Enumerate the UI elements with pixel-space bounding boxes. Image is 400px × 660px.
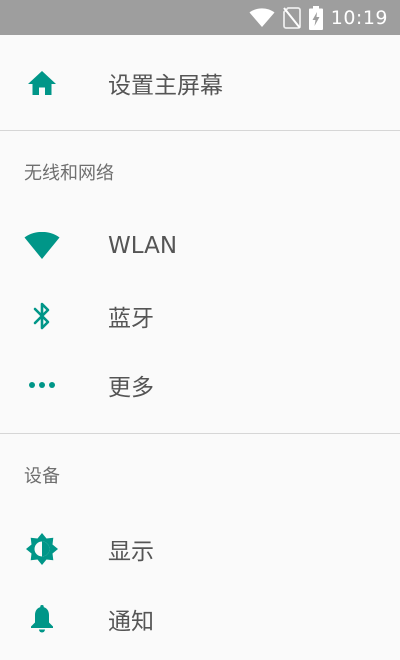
section-title-wireless: 无线和网络 xyxy=(24,163,114,184)
settings-list: 设置主屏幕 无线和网络 WLAN 蓝牙 更多 设备 显示 通知 xyxy=(0,35,400,654)
notifications-item[interactable]: 通知 xyxy=(0,584,400,654)
set-home-screen-label: 设置主屏幕 xyxy=(108,72,223,99)
bluetooth-item[interactable]: 蓝牙 xyxy=(0,281,400,351)
more-icon xyxy=(24,367,60,403)
wifi-icon xyxy=(24,228,60,264)
battery-charging-icon xyxy=(308,5,323,30)
set-home-screen-item[interactable]: 设置主屏幕 xyxy=(0,35,400,130)
wifi-signal-icon xyxy=(249,7,275,28)
bluetooth-label: 蓝牙 xyxy=(108,306,154,332)
notifications-label: 通知 xyxy=(108,609,154,635)
section-header-device: 设备 xyxy=(0,434,400,514)
status-time: 10:19 xyxy=(330,6,388,29)
wlan-item[interactable]: WLAN xyxy=(0,211,400,281)
more-item[interactable]: 更多 xyxy=(0,351,400,419)
status-bar: 10:19 xyxy=(0,0,400,35)
wlan-label: WLAN xyxy=(108,233,178,259)
home-icon xyxy=(24,65,60,101)
section-title-device: 设备 xyxy=(24,466,60,487)
status-icons: 10:19 xyxy=(241,0,388,35)
bell-icon xyxy=(24,601,60,637)
display-label: 显示 xyxy=(108,539,154,565)
display-item[interactable]: 显示 xyxy=(0,514,400,584)
bluetooth-icon xyxy=(24,298,60,334)
brightness-icon xyxy=(24,531,60,567)
no-sim-icon xyxy=(282,6,301,29)
section-header-wireless: 无线和网络 xyxy=(0,131,400,211)
more-label: 更多 xyxy=(108,375,154,401)
